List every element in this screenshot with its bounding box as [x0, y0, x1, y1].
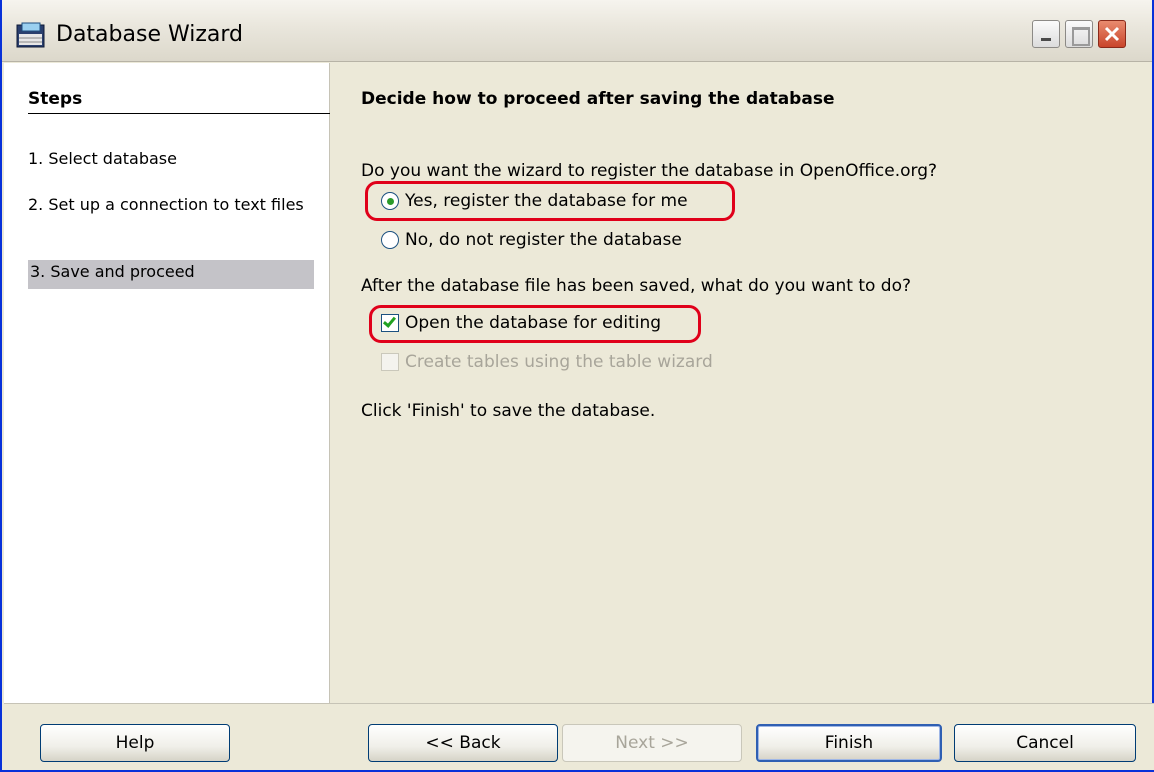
register-yes-radio[interactable]: Yes, register the database for me	[381, 191, 688, 211]
window-title: Database Wizard	[56, 22, 243, 47]
after-save-question: After the database file has been saved, …	[361, 276, 912, 296]
radio-checked-icon[interactable]	[381, 192, 399, 210]
register-yes-label: Yes, register the database for me	[405, 191, 688, 211]
create-tables-checkbox: Create tables using the table wizard	[381, 352, 713, 372]
close-icon[interactable]	[1098, 20, 1126, 48]
step-save-and-proceed[interactable]: 3. Save and proceed	[28, 260, 314, 289]
back-button[interactable]: << Back	[368, 724, 558, 762]
button-bar: Help << Back Next >> Finish Cancel	[4, 703, 1154, 770]
wizard-page: Decide how to proceed after saving the d…	[332, 63, 1152, 703]
register-question: Do you want the wizard to register the d…	[361, 161, 938, 181]
maximize-icon[interactable]	[1065, 20, 1093, 48]
step-set-up-connection[interactable]: 2. Set up a connection to text files	[28, 195, 314, 215]
checkbox-checked-icon[interactable]	[381, 314, 399, 332]
minimize-icon[interactable]	[1032, 20, 1060, 48]
register-no-label: No, do not register the database	[405, 230, 682, 250]
help-button[interactable]: Help	[40, 724, 230, 762]
open-for-editing-checkbox[interactable]: Open the database for editing	[381, 313, 661, 333]
checkbox-unchecked-icon	[381, 353, 399, 371]
step-select-database[interactable]: 1. Select database	[28, 149, 314, 169]
finish-note: Click 'Finish' to save the database.	[361, 401, 656, 421]
page-title: Decide how to proceed after saving the d…	[361, 89, 835, 109]
radio-unchecked-icon[interactable]	[381, 231, 399, 249]
steps-heading: Steps	[28, 89, 330, 114]
register-no-radio[interactable]: No, do not register the database	[381, 230, 682, 250]
title-bar[interactable]: Database Wizard	[2, 0, 1152, 62]
open-for-editing-label: Open the database for editing	[405, 313, 662, 333]
steps-sidebar: Steps 1. Select database 2. Set up a con…	[4, 63, 330, 703]
next-button: Next >>	[562, 724, 742, 762]
create-tables-label: Create tables using the table wizard	[405, 352, 713, 372]
database-wizard-window: Database Wizard Steps 1. Select database…	[0, 0, 1154, 772]
database-icon	[16, 22, 45, 48]
cancel-button[interactable]: Cancel	[954, 724, 1136, 762]
finish-button[interactable]: Finish	[756, 724, 942, 762]
